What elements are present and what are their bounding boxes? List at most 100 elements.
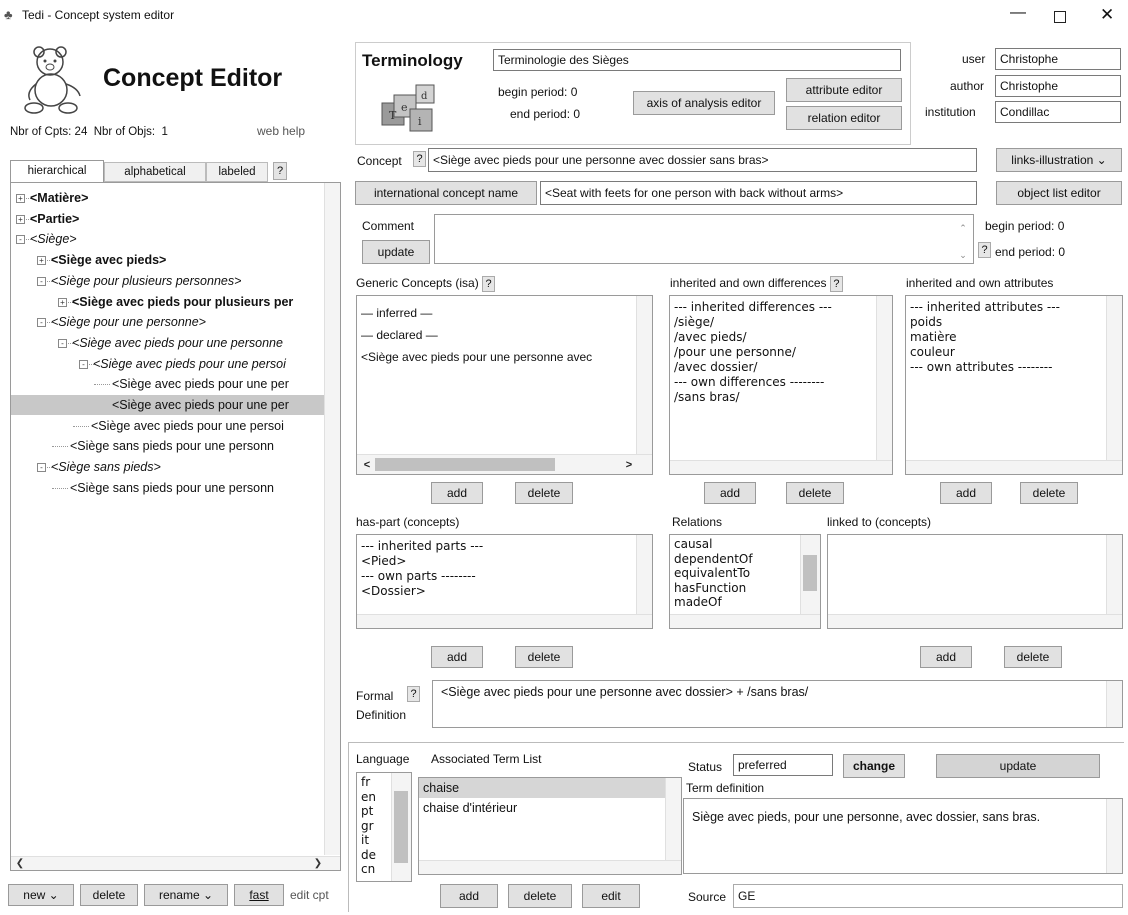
differences-help-button[interactable]: ? — [829, 276, 843, 292]
attributes-add-button[interactable]: add — [940, 482, 992, 504]
fast-button[interactable]: fast — [234, 884, 284, 906]
web-help-link[interactable]: web help — [257, 124, 305, 138]
expand-icon[interactable]: + — [37, 256, 46, 266]
object-list-editor-button[interactable]: object list editor — [996, 181, 1122, 205]
relation-item[interactable]: dependentOf — [670, 552, 820, 567]
term-edit-button[interactable]: edit — [582, 884, 640, 908]
axis-of-analysis-editor-button[interactable]: axis of analysis editor — [633, 91, 775, 115]
source-field[interactable]: GE — [733, 884, 1123, 908]
linked-add-button[interactable]: add — [920, 646, 972, 668]
tree-row[interactable]: <Siège avec pieds pour plusieurs per — [72, 292, 293, 312]
relation-item[interactable]: madeOf — [670, 595, 820, 610]
language-list[interactable]: fr en pt gr it de cn — [356, 772, 412, 882]
attribute-item[interactable]: matière — [906, 330, 1122, 345]
tree-row[interactable]: <Siège avec pieds> — [51, 250, 166, 270]
formal-help-button[interactable]: ? — [407, 686, 420, 702]
attribute-editor-button[interactable]: attribute editor — [786, 78, 902, 102]
international-concept-name-button[interactable]: international concept name — [355, 181, 537, 205]
part-item[interactable]: --- inherited parts --- — [357, 539, 652, 554]
tree-row[interactable]: <Siège pour une personne> — [51, 312, 206, 332]
generic-concepts-list[interactable]: — inferred — — declared — <Siège avec pied… — [356, 295, 653, 475]
tree-row[interactable]: <Siège avec pieds pour une persoi — [91, 416, 284, 436]
relation-item[interactable]: equivalentTo — [670, 566, 820, 581]
generic-add-button[interactable]: add — [431, 482, 483, 504]
attribute-item[interactable]: poids — [906, 315, 1122, 330]
difference-item[interactable]: --- inherited differences --- — [670, 300, 892, 315]
rename-button[interactable]: rename ⌄ — [144, 884, 228, 906]
tree-row[interactable]: <Siège avec pieds pour une personne — [72, 333, 283, 353]
status-field[interactable]: preferred — [733, 754, 833, 776]
attribute-item[interactable]: --- own attributes -------- — [906, 360, 1122, 375]
linked-to-list[interactable] — [827, 534, 1123, 629]
difference-item[interactable]: /avec dossier/ — [670, 360, 892, 375]
maximize-icon[interactable] — [1054, 11, 1066, 23]
generic-help-button[interactable]: ? — [482, 276, 496, 292]
tab-help[interactable]: ? — [273, 162, 287, 180]
collapse-icon[interactable]: - — [79, 359, 88, 369]
term-item[interactable]: chaise d'intérieur — [419, 798, 681, 818]
new-button[interactable]: new ⌄ — [8, 884, 74, 906]
term-definition-textarea[interactable]: Siège avec pieds, pour une personne, ave… — [683, 798, 1123, 874]
concept-tree[interactable]: + <Matière> + <Partie> - <Siège> + <Siège avec … — [10, 182, 341, 871]
differences-add-button[interactable]: add — [704, 482, 756, 504]
generic-concept-item[interactable]: — inferred — — [357, 302, 652, 324]
formal-definition-textarea[interactable]: <Siège avec pieds pour une personne avec… — [432, 680, 1123, 728]
tree-row[interactable]: <Matière> — [30, 188, 88, 208]
relation-item[interactable]: hasFunction — [670, 581, 820, 596]
tree-row[interactable]: <Siège sans pieds pour une personn — [70, 478, 274, 498]
comment-update-button[interactable]: update — [362, 240, 430, 264]
difference-item[interactable]: /siège/ — [670, 315, 892, 330]
status-change-button[interactable]: change — [843, 754, 905, 778]
has-part-list[interactable]: --- inherited parts --- <Pied> --- own par… — [356, 534, 653, 629]
tab-alphabetical[interactable]: alphabetical — [104, 162, 206, 182]
collapse-icon[interactable]: - — [58, 338, 67, 348]
close-icon[interactable]: ✕ — [1100, 5, 1114, 25]
differences-list[interactable]: --- inherited differences ---/siège/ /ave… — [669, 295, 893, 475]
generic-concept-item[interactable]: <Siège avec pieds pour une personne avec — [357, 346, 652, 368]
generic-concept-item[interactable]: — declared — — [357, 324, 652, 346]
generic-delete-button[interactable]: delete — [515, 482, 573, 504]
international-concept-name-input[interactable]: <Seat with feets for one person with bac… — [540, 181, 977, 205]
collapse-icon[interactable]: - — [37, 318, 46, 328]
comment-textarea[interactable] — [434, 214, 974, 264]
tab-labeled[interactable]: labeled — [206, 162, 268, 182]
difference-item[interactable]: /pour une personne/ — [670, 345, 892, 360]
attribute-item[interactable]: --- inherited attributes --- — [906, 300, 1122, 315]
tree-row[interactable]: <Siège sans pieds> — [51, 457, 161, 477]
relation-item[interactable]: causal — [670, 537, 820, 552]
collapse-icon[interactable]: - — [37, 463, 46, 473]
institution-field[interactable]: Condillac — [995, 101, 1121, 123]
minimize-icon[interactable]: — — [1010, 4, 1026, 22]
relations-list[interactable]: causal dependentOf equivalentTo hasFunction… — [669, 534, 821, 629]
term-update-button[interactable]: update — [936, 754, 1100, 778]
concept-name-input[interactable]: <Siège avec pieds pour une personne avec… — [428, 148, 977, 172]
concept-help-button[interactable]: ? — [413, 151, 426, 167]
collapse-icon[interactable]: - — [16, 235, 25, 245]
part-item[interactable]: <Pied> — [357, 554, 652, 569]
tab-hierarchical[interactable]: hierarchical — [10, 160, 104, 182]
generic-hscroll-thumb[interactable] — [375, 458, 555, 471]
author-field[interactable]: Christophe — [995, 75, 1121, 97]
has-part-delete-button[interactable]: delete — [515, 646, 573, 668]
term-list[interactable]: chaise chaise d'intérieur — [418, 777, 682, 875]
term-add-button[interactable]: add — [440, 884, 498, 908]
difference-item[interactable]: --- own differences -------- — [670, 375, 892, 390]
tree-row[interactable]: <Partie> — [30, 209, 79, 229]
language-scroll-thumb[interactable] — [394, 791, 408, 863]
part-item[interactable]: --- own parts -------- — [357, 569, 652, 584]
user-field[interactable]: Christophe — [995, 48, 1121, 70]
expand-icon[interactable]: + — [58, 297, 67, 307]
attribute-item[interactable]: couleur — [906, 345, 1122, 360]
differences-delete-button[interactable]: delete — [786, 482, 844, 504]
linked-delete-button[interactable]: delete — [1004, 646, 1062, 668]
period-help-button[interactable]: ? — [978, 242, 991, 258]
expand-icon[interactable]: + — [16, 214, 25, 224]
tree-row[interactable]: <Siège avec pieds pour une persoi — [93, 354, 286, 374]
delete-concept-button[interactable]: delete — [80, 884, 138, 906]
expand-icon[interactable]: + — [16, 194, 25, 203]
term-item-selected[interactable]: chaise — [419, 778, 665, 798]
part-item[interactable]: <Dossier> — [357, 584, 652, 599]
tree-row[interactable]: <Siège> — [30, 229, 77, 249]
has-part-add-button[interactable]: add — [431, 646, 483, 668]
attributes-delete-button[interactable]: delete — [1020, 482, 1078, 504]
